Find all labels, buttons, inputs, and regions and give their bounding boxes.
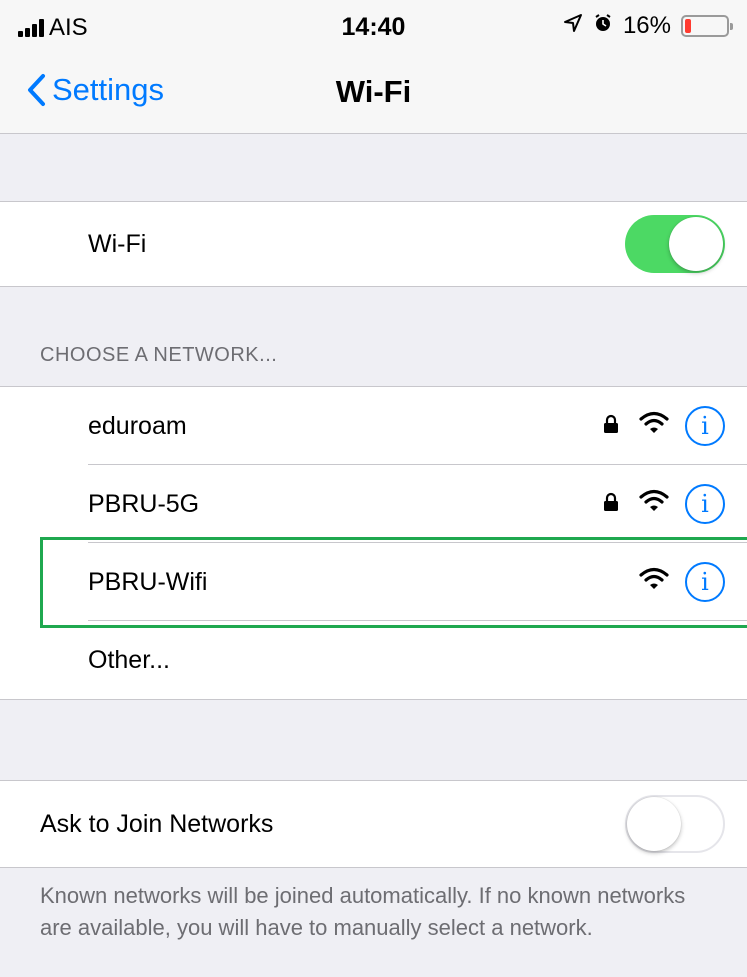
ask-to-join-row: Ask to Join Networks (0, 781, 747, 867)
highlight-annotation (40, 537, 747, 628)
network-name: eduroam (88, 411, 187, 440)
navigation-bar: Settings Wi-Fi (0, 54, 747, 134)
wifi-toggle-switch[interactable] (625, 215, 725, 273)
battery-percent: 16% (622, 12, 671, 39)
wifi-signal-icon (639, 411, 669, 442)
battery-icon (681, 15, 733, 37)
wifi-signal-icon (639, 489, 669, 520)
wifi-toggle-label: Wi-Fi (88, 229, 147, 258)
network-row-other[interactable]: Other... (0, 621, 747, 699)
ask-to-join-group: Ask to Join Networks (0, 780, 747, 868)
ask-to-join-switch[interactable] (625, 795, 725, 853)
other-network-label: Other... (88, 645, 170, 674)
network-row-pbru-5g[interactable]: PBRU-5G i (0, 465, 747, 543)
network-name: PBRU-5G (88, 489, 200, 518)
wifi-toggle-group: Wi-Fi (0, 201, 747, 287)
ask-to-join-description: Known networks will be joined automatica… (40, 883, 686, 940)
info-icon[interactable]: i (685, 484, 725, 524)
network-row-eduroam[interactable]: eduroam i (0, 387, 747, 465)
battery-level-fill (685, 19, 691, 33)
status-indicators: 16% (563, 12, 733, 40)
alarm-icon (593, 12, 613, 40)
ask-to-join-label: Ask to Join Networks (40, 809, 274, 838)
status-bar: AIS 14:40 16% (0, 0, 747, 54)
location-icon (563, 12, 583, 40)
lock-icon (603, 412, 619, 441)
lock-icon (603, 490, 619, 519)
wifi-toggle-row: Wi-Fi (0, 202, 747, 286)
choose-network-header: CHOOSE A NETWORK... (40, 344, 278, 366)
page-title: Wi-Fi (335, 74, 412, 109)
info-icon[interactable]: i (685, 406, 725, 446)
